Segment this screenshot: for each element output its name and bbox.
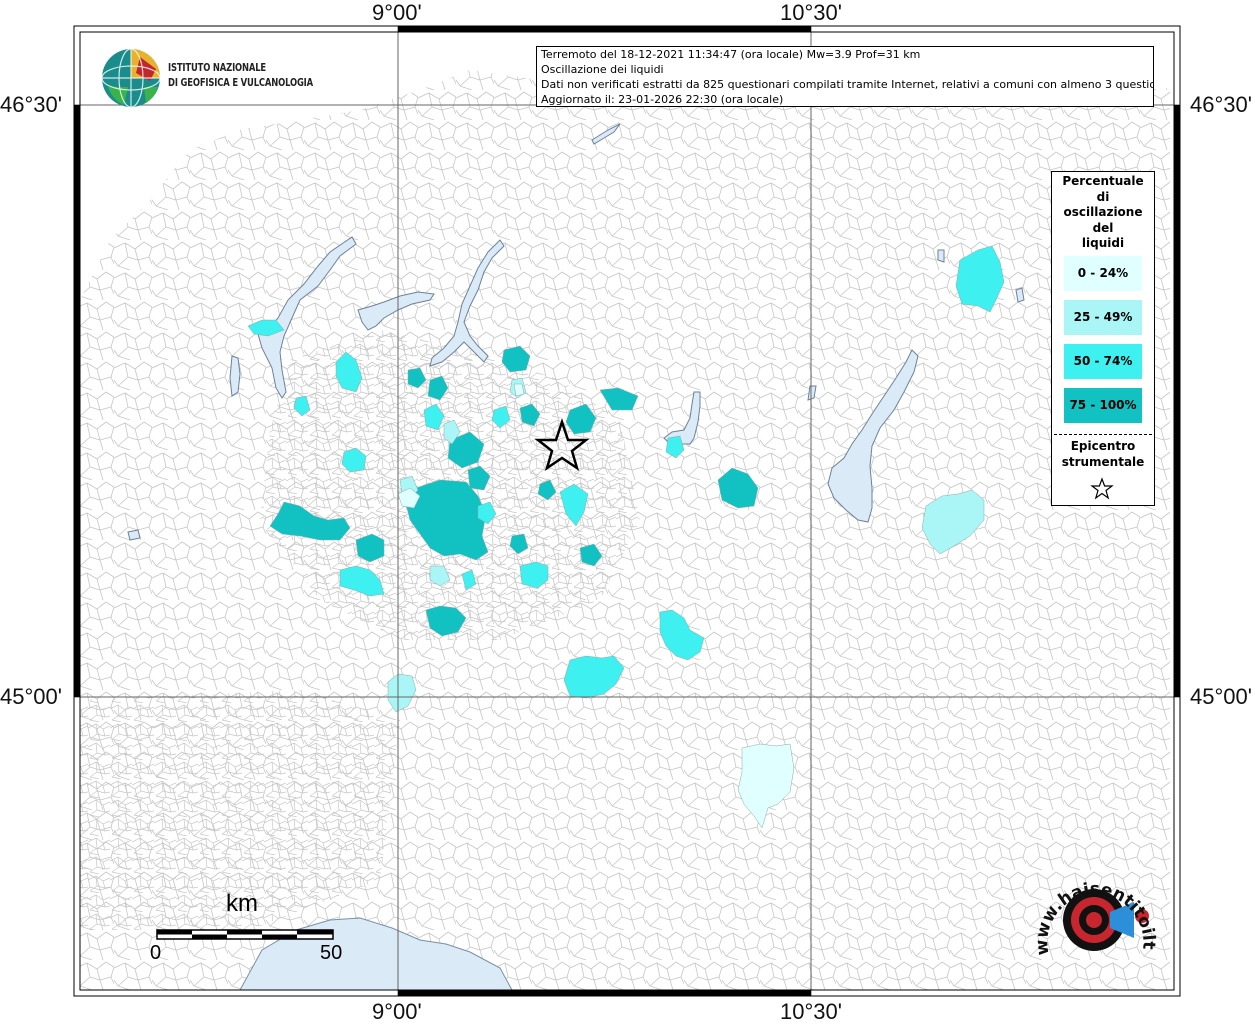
legend-separator — [1054, 434, 1152, 435]
target-logo-icon: www.haisentitoilterremoto.it — [1021, 843, 1158, 956]
institute-line1: ISTITUTO NAZIONALE — [168, 62, 267, 74]
axis-label-left-top: 46°30' — [0, 92, 62, 117]
lake-small-2 — [1015, 287, 1025, 303]
legend-class-75-100: 75 - 100% — [1064, 388, 1142, 423]
globe-icon — [101, 48, 161, 108]
updated-line: Aggiornato il: 23-01-2026 22:30 (ora loc… — [541, 93, 784, 106]
legend-class-25-49: 25 - 49% — [1064, 300, 1142, 335]
legend-class-0-24: 0 - 24% — [1064, 256, 1142, 291]
lake-orta — [229, 355, 241, 397]
axis-label-left-bottom: 45°00' — [0, 684, 62, 709]
lake-small-5 — [937, 249, 945, 263]
haisentito-stamp: www.haisentitoilterremoto.it — [1021, 843, 1160, 986]
event-info-box: Terremoto del 18-12-2021 11:34:47 (ora l… — [536, 46, 1154, 107]
axis-label-bottom-left: 9°00' — [372, 999, 422, 1024]
legend-class-50-74: 50 - 74% — [1064, 344, 1142, 379]
legend-epicenter-label: Epicentro strumentale — [1061, 439, 1145, 469]
parameter-line: Oscillazione dei liquidi — [541, 63, 664, 76]
star-icon — [1090, 477, 1114, 500]
scale-start: 0 — [150, 942, 162, 964]
legend: Percentuale di oscillazione del liquidi … — [1051, 171, 1155, 506]
scale-unit: km — [226, 890, 258, 917]
axis-label-top-left: 9°00' — [372, 0, 422, 25]
axis-label-right-top: 46°30' — [1190, 92, 1252, 117]
institute-line2: DI GEOFISICA E VULCANOLOGIA — [168, 77, 313, 89]
scale-bar-graphic — [156, 929, 334, 940]
legend-title: Percentuale di oscillazione del liquidi — [1062, 174, 1144, 250]
axis-label-right-bottom: 45°00' — [1190, 684, 1252, 709]
ingv-logo: ISTITUTO NAZIONALE DI GEOFISICA E VULCAN… — [100, 47, 330, 109]
axis-label-bottom-right: 10°30' — [780, 999, 842, 1024]
scale-end: 50 — [320, 942, 343, 964]
event-line: Terremoto del 18-12-2021 11:34:47 (ora l… — [541, 48, 921, 61]
axis-label-top-right: 10°30' — [780, 0, 842, 25]
lake-small-3 — [127, 529, 141, 541]
data-source-line: Dati non verificati estratti da 825 ques… — [541, 78, 1153, 91]
